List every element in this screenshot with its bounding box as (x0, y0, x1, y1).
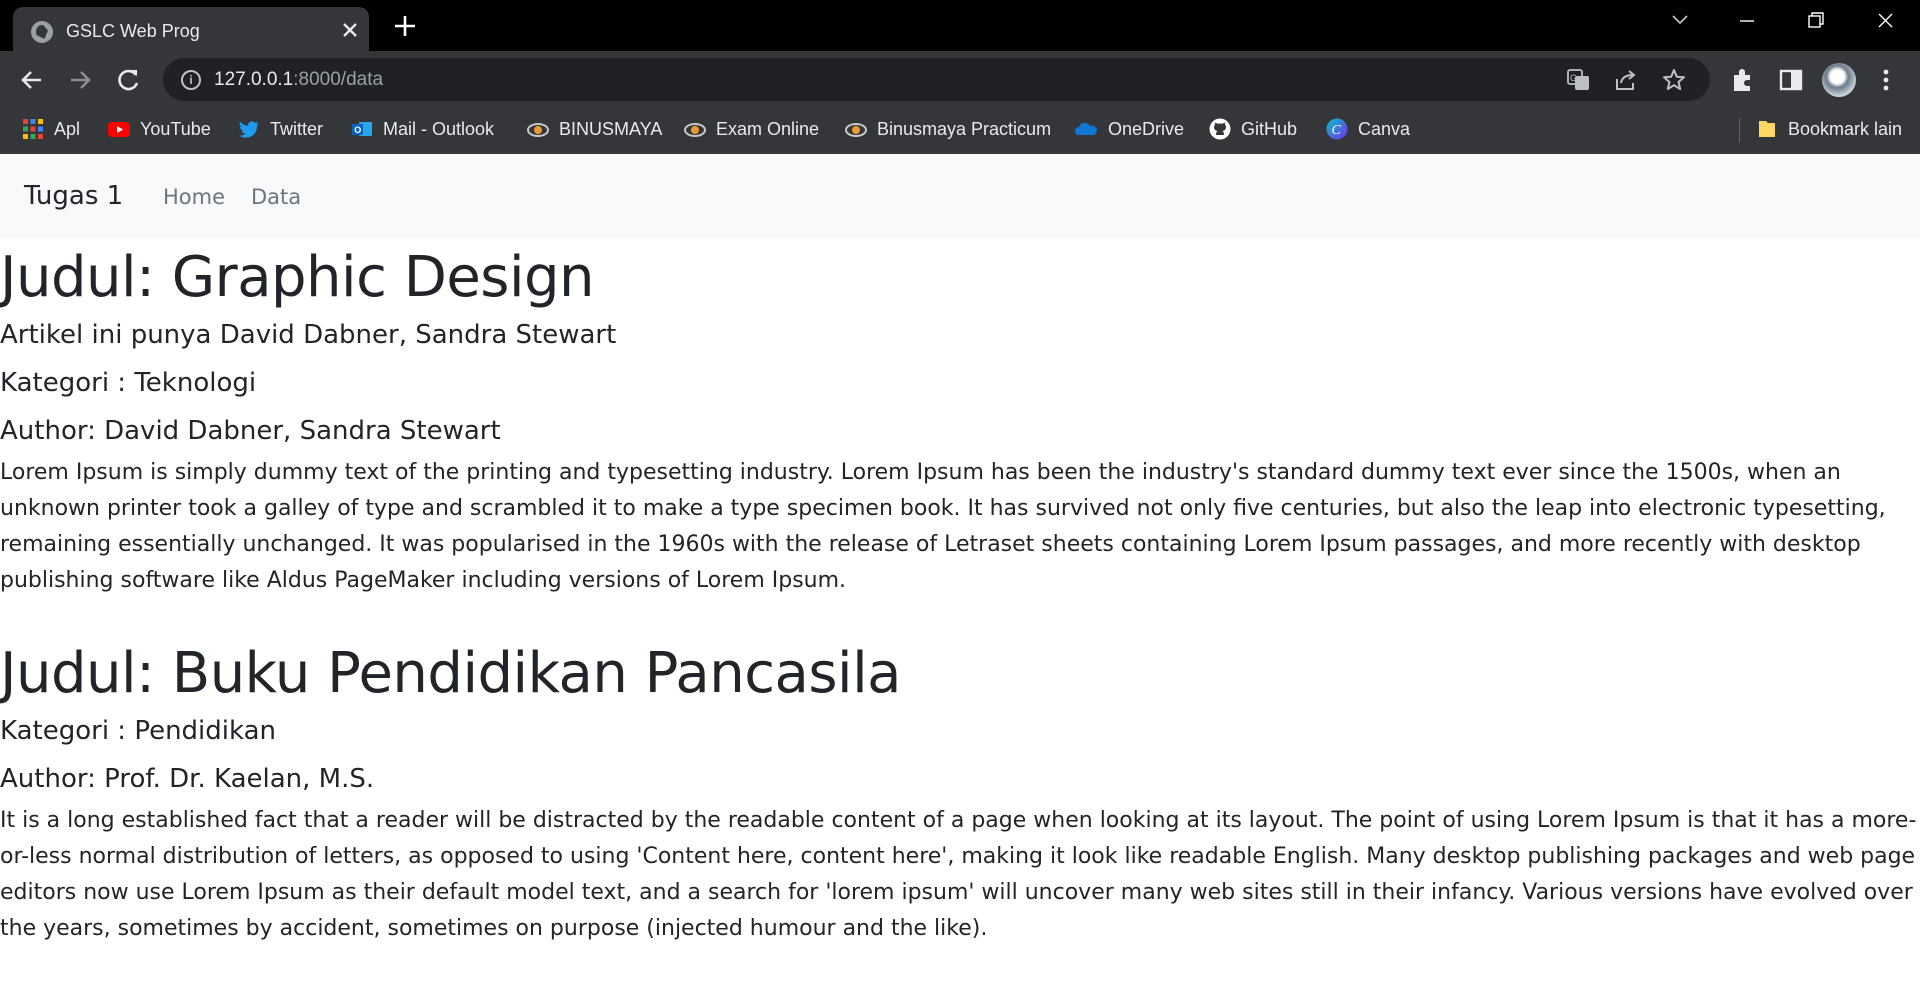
globe-icon (31, 21, 53, 43)
bookmark-github[interactable]: GitHub (1209, 116, 1297, 142)
article-owner-line: Artikel ini punya David Dabner, Sandra S… (0, 320, 617, 351)
forward-arrow-icon[interactable] (63, 63, 97, 97)
article-card: Judul: Graphic Design Artikel ini punya … (0, 244, 1920, 599)
minimize-window-button[interactable] (1727, 6, 1767, 36)
bookmark-label: Binusmaya Practicum (877, 118, 1052, 139)
outlook-icon: O (351, 118, 373, 140)
bookmark-star-icon[interactable] (1661, 67, 1687, 93)
bookmark-label: Mail - Outlook (383, 118, 495, 139)
article-body: It is a long established fact that a rea… (0, 808, 1917, 942)
other-bookmarks-folder[interactable]: Bookmark lain (1756, 116, 1902, 142)
twitter-icon (238, 118, 260, 140)
new-tab-button[interactable] (390, 11, 420, 41)
side-panel-icon[interactable] (1776, 65, 1806, 95)
binusmaya-icon (527, 118, 549, 140)
bookmark-binusmaya[interactable]: BINUSMAYA (527, 116, 662, 142)
browser-tab-strip: GSLC Web Prog (0, 0, 1920, 52)
tab-search-chevron-icon[interactable] (1660, 6, 1700, 36)
article-card: Judul: Buku Pendidikan Pancasila Kategor… (0, 640, 1920, 947)
close-tab-icon[interactable] (337, 17, 363, 43)
tab-title: GSLC Web Prog (66, 21, 200, 41)
bookmark-binusmaya-practicum[interactable]: Binusmaya Practicum (845, 116, 1051, 142)
nav-link-home[interactable]: Home (163, 185, 225, 209)
bookmark-label: GitHub (1241, 118, 1298, 139)
bookmark-twitter[interactable]: Twitter (238, 116, 323, 142)
site-info-icon[interactable]: i (181, 70, 201, 90)
article-title: Judul: Buku Pendidikan Pancasila (0, 641, 901, 706)
bookmark-label: Canva (1358, 118, 1411, 139)
exam-online-icon (684, 118, 706, 140)
bookmark-label: YouTube (140, 118, 211, 139)
close-window-button[interactable] (1865, 6, 1905, 36)
bookmarks-separator (1739, 118, 1740, 142)
svg-text:G: G (1570, 73, 1577, 83)
youtube-icon (108, 118, 130, 140)
share-icon[interactable] (1613, 67, 1639, 93)
article-title: Judul: Graphic Design (0, 245, 595, 310)
site-navbar: Tugas 1 Home Data (0, 154, 1920, 239)
bookmark-label: Apl (54, 118, 81, 139)
bookmark-exam-online[interactable]: Exam Online (684, 116, 819, 142)
github-icon (1209, 118, 1231, 140)
onedrive-icon (1074, 118, 1098, 140)
browser-tab[interactable]: GSLC Web Prog (13, 7, 369, 52)
back-arrow-icon[interactable] (15, 63, 49, 97)
bookmark-label: BINUSMAYA (559, 118, 663, 139)
binusmaya-practicum-icon (845, 118, 867, 140)
article-author: Author: Prof. Dr. Kaelan, M.S. (0, 764, 375, 795)
bookmark-apl[interactable]: Apl (22, 116, 80, 142)
bookmark-mail-outlook[interactable]: O Mail - Outlook (351, 116, 494, 142)
navbar-brand[interactable]: Tugas 1 (24, 181, 123, 211)
svg-text:C: C (1332, 123, 1342, 138)
translate-icon[interactable]: G (1565, 67, 1591, 93)
bookmark-canva[interactable]: C Canva (1326, 116, 1410, 142)
article-category: Kategori : Pendidikan (0, 716, 277, 747)
extensions-puzzle-icon[interactable] (1728, 65, 1758, 95)
bookmark-label: OneDrive (1108, 118, 1185, 139)
restore-window-button[interactable] (1795, 6, 1835, 36)
article-category: Kategori : Teknologi (0, 368, 257, 399)
bookmarks-bar: Apl YouTube Twitter O Mail - Outlook BIN… (0, 108, 1920, 148)
url-text[interactable]: 127.0.0.1:8000/data (214, 69, 383, 91)
folder-icon (1756, 118, 1778, 140)
more-menu-icon[interactable] (1871, 65, 1901, 95)
article-body: Lorem Ipsum is simply dummy text of the … (0, 460, 1886, 594)
svg-text:O: O (354, 125, 361, 135)
article-author: Author: David Dabner, Sandra Stewart (0, 416, 501, 447)
bookmark-label: Bookmark lain (1788, 118, 1903, 139)
page-viewport: Tugas 1 Home Data Judul: Graphic Design … (0, 154, 1920, 1008)
bookmark-onedrive[interactable]: OneDrive (1074, 116, 1184, 142)
address-bar[interactable]: i 127.0.0.1:8000/data G (163, 58, 1710, 101)
bookmark-label: Twitter (270, 118, 324, 139)
canva-icon: C (1326, 118, 1348, 140)
profile-avatar[interactable] (1822, 63, 1856, 97)
apps-grid-icon (22, 118, 44, 140)
bookmark-label: Exam Online (716, 118, 820, 139)
bookmark-youtube[interactable]: YouTube (108, 116, 211, 142)
browser-toolbar: i 127.0.0.1:8000/data G Apl YouTube Twit… (0, 51, 1920, 156)
reload-icon[interactable] (112, 63, 146, 97)
nav-link-data[interactable]: Data (251, 185, 301, 209)
